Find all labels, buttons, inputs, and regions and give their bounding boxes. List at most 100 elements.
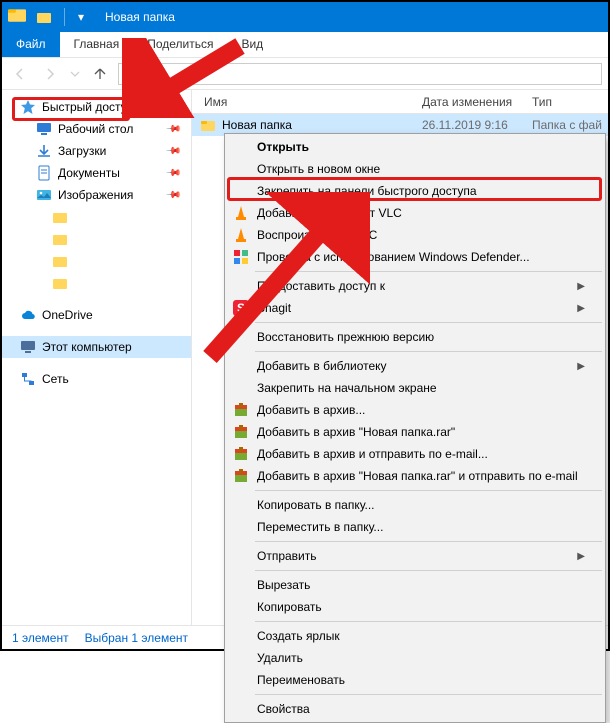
tab-view[interactable]: Вид [227, 32, 277, 57]
ctx-copy[interactable]: Копировать [227, 596, 603, 618]
ctx-separator [255, 490, 602, 491]
pictures-icon [36, 187, 52, 203]
sidebar-item-network[interactable]: Сеть [2, 368, 191, 390]
winrar-icon [233, 424, 249, 440]
chevron-right-icon: ▶ [577, 281, 585, 292]
qat-dropdown-icon[interactable]: ▾ [71, 7, 91, 27]
ctx-cut[interactable]: Вырезать [227, 574, 603, 596]
ctx-pin-quick-access[interactable]: Закрепить на панели быстрого доступа [227, 180, 603, 202]
quick-folder-icon[interactable] [34, 7, 54, 27]
ctx-grant-access[interactable]: Предоставить доступ к▶ [227, 275, 603, 297]
sidebar-item-folder-2[interactable] [2, 228, 191, 250]
pin-icon: 📌 [164, 165, 181, 182]
window-title: Новая папка [105, 10, 175, 24]
sidebar-item-folder-3[interactable] [2, 250, 191, 272]
star-icon [20, 99, 36, 115]
folder-icon [52, 275, 68, 291]
ctx-open[interactable]: Открыть [227, 136, 603, 158]
nav-back-button[interactable] [8, 62, 32, 86]
ctx-send-to[interactable]: Отправить▶ [227, 545, 603, 567]
ctx-rename[interactable]: Переименовать [227, 669, 603, 691]
nav-recent-dropdown[interactable] [68, 62, 82, 86]
ctx-add-archive-rar[interactable]: Добавить в архив "Новая папка.rar" [227, 421, 603, 443]
pin-icon: 📌 [164, 143, 181, 160]
sidebar-label: OneDrive [42, 308, 93, 322]
ctx-move-to-folder[interactable]: Переместить в папку... [227, 516, 603, 538]
file-type: Папка с фай [532, 118, 608, 132]
ctx-restore-previous[interactable]: Восстановить прежнюю версию [227, 326, 603, 348]
sidebar-label: Рабочий стол [58, 122, 133, 136]
status-selected-count: Выбран 1 элемент [85, 631, 188, 645]
pin-icon: 📌 [164, 187, 181, 204]
nav-tree: Быстрый доступ Рабочий стол 📌 Загрузки 📌… [2, 90, 192, 625]
chevron-right-icon: ▶ [577, 303, 585, 314]
vlc-icon [233, 227, 249, 243]
nav-forward-button[interactable] [38, 62, 62, 86]
ctx-play-vlc[interactable]: Воспроизвести в VLC [227, 224, 603, 246]
ctx-separator [255, 271, 602, 272]
documents-icon [36, 165, 52, 181]
sidebar-label: Сеть [42, 372, 69, 386]
ctx-properties[interactable]: Свойства [227, 698, 603, 720]
winrar-icon [233, 402, 249, 418]
downloads-icon [36, 143, 52, 159]
ctx-separator [255, 351, 602, 352]
tab-share[interactable]: Поделиться [133, 32, 227, 57]
sidebar-item-folder-4[interactable] [2, 272, 191, 294]
title-bar: ▾ Новая папка [2, 2, 608, 32]
sidebar-item-onedrive[interactable]: OneDrive [2, 304, 191, 326]
ctx-delete[interactable]: Удалить [227, 647, 603, 669]
folder-icon [52, 253, 68, 269]
sidebar-label: Этот компьютер [42, 340, 132, 354]
network-icon [20, 371, 36, 387]
sidebar-item-quick-access[interactable]: Быстрый доступ [2, 96, 191, 118]
column-headers[interactable]: Имя Дата изменения Тип [192, 90, 608, 114]
ctx-pin-start[interactable]: Закрепить на начальном экране [227, 377, 603, 399]
sidebar-label: Изображения [58, 188, 133, 202]
ctx-add-archive[interactable]: Добавить в архив... [227, 399, 603, 421]
ctx-separator [255, 570, 602, 571]
sidebar-item-downloads[interactable]: Загрузки 📌 [2, 140, 191, 162]
sidebar-item-folder-1[interactable] [2, 206, 191, 228]
address-folder-icon [121, 65, 139, 83]
column-header-date[interactable]: Дата изменения [422, 95, 532, 109]
ribbon-tabs: Файл Главная Поделиться Вид [2, 32, 608, 58]
address-chevron-icon[interactable]: › [147, 67, 151, 81]
sidebar-item-documents[interactable]: Документы 📌 [2, 162, 191, 184]
column-header-type[interactable]: Тип [532, 95, 608, 109]
folder-icon [200, 117, 216, 133]
monitor-icon [20, 339, 36, 355]
ctx-create-shortcut[interactable]: Создать ярлык [227, 625, 603, 647]
snagit-icon: S [233, 300, 249, 316]
column-header-name[interactable]: Имя [192, 95, 422, 109]
file-name: Новая папка [222, 118, 292, 132]
sidebar-item-desktop[interactable]: Рабочий стол 📌 [2, 118, 191, 140]
ctx-add-playlist-vlc[interactable]: Добавить в плейлист VLC [227, 202, 603, 224]
sidebar-label: Быстрый доступ [42, 100, 133, 114]
context-menu: Открыть Открыть в новом окне Закрепить н… [224, 133, 606, 723]
address-bar[interactable]: › [118, 63, 602, 85]
folder-icon [52, 209, 68, 225]
ctx-open-new-window[interactable]: Открыть в новом окне [227, 158, 603, 180]
tab-file[interactable]: Файл [2, 32, 60, 57]
winrar-icon [233, 446, 249, 462]
ctx-add-library[interactable]: Добавить в библиотеку▶ [227, 355, 603, 377]
sidebar-item-this-pc[interactable]: Этот компьютер [2, 336, 191, 358]
sidebar-label: Документы [58, 166, 120, 180]
chevron-right-icon: ▶ [577, 361, 585, 372]
ctx-separator [255, 541, 602, 542]
ctx-defender-scan[interactable]: Проверка с использованием Windows Defend… [227, 246, 603, 268]
ctx-copy-to-folder[interactable]: Копировать в папку... [227, 494, 603, 516]
titlebar-separator [64, 8, 65, 26]
ctx-separator [255, 322, 602, 323]
ctx-snagit[interactable]: S Snagit▶ [227, 297, 603, 319]
tab-home[interactable]: Главная [60, 32, 134, 57]
ctx-add-archive-email[interactable]: Добавить в архив и отправить по e-mail..… [227, 443, 603, 465]
vlc-icon [233, 205, 249, 221]
sidebar-item-pictures[interactable]: Изображения 📌 [2, 184, 191, 206]
pin-icon: 📌 [164, 121, 181, 138]
cloud-icon [20, 307, 36, 323]
nav-up-button[interactable] [88, 62, 112, 86]
ctx-add-archive-rar-email[interactable]: Добавить в архив "Новая папка.rar" и отп… [227, 465, 603, 487]
nav-bar: › [2, 58, 608, 90]
